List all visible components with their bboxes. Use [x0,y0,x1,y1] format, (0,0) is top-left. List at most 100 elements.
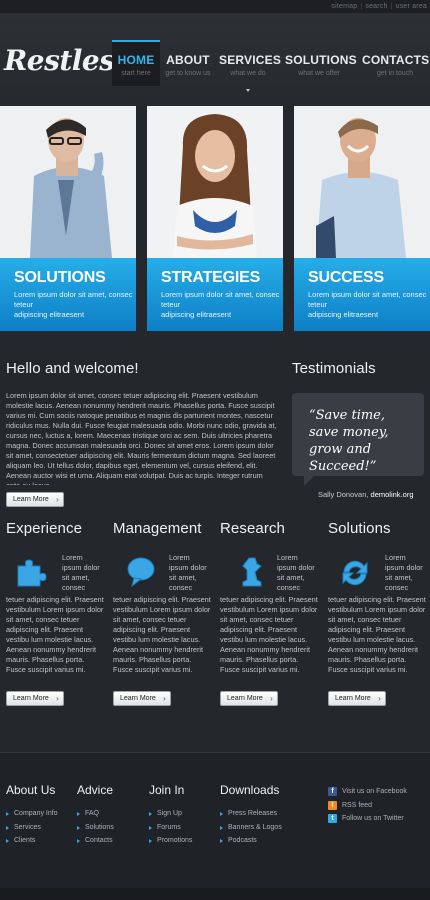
research-learn-more-button[interactable]: Learn More › [220,691,278,706]
banner-text: Lorem ipsum dolor sit amet, consec teteu… [308,290,430,320]
nav-sublabel: get to know us [165,70,211,77]
top-utility-bar: sitemap | search | user area [0,0,430,14]
nav-about[interactable]: ABOUT get to know us [162,40,214,86]
nav-services[interactable]: SERVICES what we do [219,40,282,92]
chevron-right-icon: › [270,694,273,703]
footer-link[interactable]: Banners & Logos [220,821,282,835]
footer-link[interactable]: Forums [149,821,192,835]
banner-caption: STRATEGIES Lorem ipsum dolor sit amet, c… [147,258,283,331]
speech-bubble-icon [127,557,155,588]
search-link[interactable]: search [365,3,387,10]
author-site-link[interactable]: demolink.org [371,490,414,499]
service-title-solutions: Solutions [328,520,391,537]
experience-learn-more-button[interactable]: Learn More › [6,691,64,706]
footer-link[interactable]: Services [6,821,58,835]
banner-title: STRATEGIES [161,269,261,286]
nav-sublabel: what we do [230,70,266,77]
button-label: Learn More [227,695,263,702]
chevron-right-icon: › [378,694,381,703]
social-rss-link[interactable]: ⌇ RSS feed [328,800,407,814]
footer-heading-join: Join In [149,783,185,797]
banner-text-line: adipiscing elitraesent [161,310,232,319]
footer-list-join: Sign Up Forums Promotions [149,807,192,848]
testimonial-quote: “Save time, save money, grow and Succeed… [292,393,424,476]
welcome-body: Lorem ipsum dolor sit amet, consec tetue… [6,391,277,485]
refresh-arrows-icon [342,560,368,586]
banner-text-line: Lorem ipsum dolor sit amet, consec teteu… [308,290,427,309]
quote-tail [304,476,314,486]
site-header: Restless HOME start here ABOUT get to kn… [0,14,430,106]
twitter-icon: t [328,814,337,823]
banner-photo-man-smiling [294,106,430,258]
management-learn-more-button[interactable]: Learn More › [113,691,171,706]
banner-text: Lorem ipsum dolor sit amet, consec teteu… [14,290,136,320]
nav-sublabel: get in touch [376,70,414,77]
nav-label: HOME [117,53,155,67]
footer-heading-about: About Us [6,783,56,797]
nav-sublabel: what we offer [298,70,340,77]
social-label: Follow us on Twitter [342,815,404,822]
author-name: Sally Donovan, [318,490,369,499]
nav-label: SOLUTIONS [285,53,357,67]
social-twitter-link[interactable]: t Follow us on Twitter [328,813,407,827]
utility-links: sitemap | search | user area [331,3,427,10]
banner-strategies[interactable]: STRATEGIES Lorem ipsum dolor sit amet, c… [147,106,283,331]
footer-link[interactable]: Company Info [6,807,58,821]
social-label: RSS feed [342,801,372,809]
nav-label: CONTACTS [362,53,430,67]
footer-link[interactable]: Solutions [77,821,114,835]
footer-heading-downloads: Downloads [220,783,280,797]
nav-solutions[interactable]: SOLUTIONS what we offer [285,40,357,86]
footer-list-about: Company Info Services Clients [6,807,58,848]
footer-link[interactable]: Clients [6,834,58,848]
facebook-icon: f [328,787,337,796]
sitemap-link[interactable]: sitemap [331,3,357,10]
banner-text: Lorem ipsum dolor sit amet, consec teteu… [161,290,283,320]
service-long-text: tetuer adipiscing elit. Praesent vestibu… [220,595,318,674]
service-long-text: tetuer adipiscing elit. Praesent vestibu… [113,595,211,674]
social-links: f Visit us on Facebook ⌇ RSS feed t Foll… [328,786,407,827]
nav-contacts[interactable]: CONTACTS get in touch [362,40,430,86]
solutions-learn-more-button[interactable]: Learn More › [328,691,386,706]
nav-label: SERVICES [219,53,282,67]
button-label: Learn More [335,695,371,702]
user-area-link[interactable]: user area [396,3,427,10]
banner-text-line: Lorem ipsum dolor sit amet, consec teteu… [161,290,280,309]
button-label: Learn More [13,496,49,503]
banner-text-line: adipiscing elitraesent [14,310,85,319]
banner-caption: SUCCESS Lorem ipsum dolor sit amet, cons… [294,258,430,331]
welcome-heading: Hello and welcome! [6,360,139,377]
service-short-text: Lorem ipsum dolor sit amet, consec [169,553,207,592]
welcome-learn-more-button[interactable]: Learn More › [6,492,64,507]
button-label: Learn More [13,695,49,702]
banner-caption: SOLUTIONS Lorem ipsum dolor sit amet, co… [0,258,136,331]
footer-list-advice: FAQ Solutions Contacts [77,807,114,848]
footer-link[interactable]: Podcasts [220,834,282,848]
banner-success[interactable]: SUCCESS Lorem ipsum dolor sit amet, cons… [294,106,430,331]
dropdown-caret-icon [246,89,250,92]
footer-link[interactable]: Contacts [77,834,114,848]
service-short-text: Lorem ipsum dolor sit amet, consec [385,553,423,592]
banner-photo-woman-smiling [147,106,283,258]
nav-label: ABOUT [166,53,210,67]
service-short-text: Lorem ipsum dolor sit amet, consec [62,553,100,592]
nav-home[interactable]: HOME start here [112,40,160,86]
footer-list-downloads: Press Releases Banners & Logos Podcasts [220,807,282,848]
banner-text-line: Lorem ipsum dolor sit amet, consec teteu… [14,290,133,309]
service-title-management: Management [113,520,202,537]
chevron-right-icon: › [56,694,59,703]
social-facebook-link[interactable]: f Visit us on Facebook [328,786,407,800]
puzzle-icon [17,559,47,587]
nav-sublabel: start here [121,70,151,77]
footer-link[interactable]: Press Releases [220,807,282,821]
banner-solutions[interactable]: SOLUTIONS Lorem ipsum dolor sit amet, co… [0,106,136,331]
service-long-text: tetuer adipiscing elit. Praesent vestibu… [6,595,104,674]
footer-link[interactable]: FAQ [77,807,114,821]
footer-link[interactable]: Promotions [149,834,192,848]
site-logo[interactable]: Restless [4,44,130,77]
banner-photo-man-glasses [0,106,136,258]
testimonial-author: Sally Donovan, demolink.org [318,490,414,499]
chevron-right-icon: › [56,495,59,504]
chess-piece-icon [242,557,262,587]
footer-link[interactable]: Sign Up [149,807,192,821]
